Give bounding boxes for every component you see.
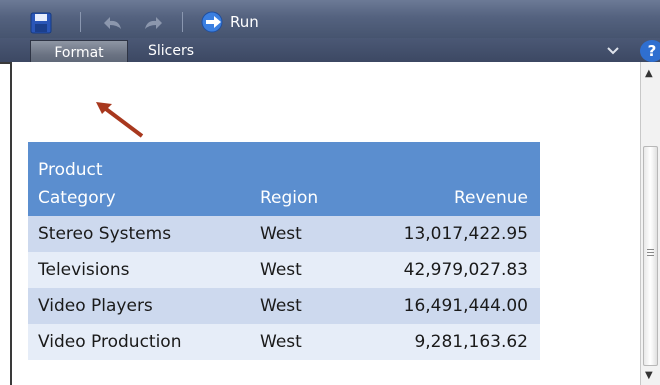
scroll-down-arrow-icon[interactable]: ▼ [645, 370, 653, 381]
revenue-table: Product Category Region Revenue Stereo S… [28, 142, 540, 360]
help-icon[interactable]: ? [640, 40, 660, 62]
table-row: Video Production West 9,281,163.62 [28, 324, 540, 360]
cell-region: West [250, 324, 350, 360]
cell-category: Stereo Systems [28, 216, 250, 252]
vertical-scrollbar[interactable]: ▲ ▼ [640, 62, 660, 385]
cell-revenue: 16,491,444.00 [350, 288, 540, 324]
grip-icon [647, 255, 654, 256]
grip-icon [647, 249, 654, 250]
toolbar: Run Format Slicers ? [0, 0, 660, 64]
cell-category: Televisions [28, 252, 250, 288]
column-header-revenue[interactable]: Revenue [350, 142, 540, 216]
ribbon-tabs: Format Slicers [0, 38, 660, 64]
tab-format[interactable]: Format [30, 40, 128, 64]
toolbar-separator [182, 12, 183, 32]
table-row: Stereo Systems West 13,017,422.95 [28, 216, 540, 252]
run-button[interactable]: Run [200, 10, 259, 34]
table-header-row: Product Category Region Revenue [28, 142, 540, 216]
cell-region: West [250, 216, 350, 252]
grip-icon [647, 252, 654, 253]
undo-button[interactable] [102, 14, 124, 32]
cell-revenue: 13,017,422.95 [350, 216, 540, 252]
save-button[interactable] [30, 12, 52, 34]
cell-category: Video Players [28, 288, 250, 324]
cell-region: West [250, 252, 350, 288]
scroll-thumb[interactable] [643, 146, 658, 366]
table-row: Video Players West 16,491,444.00 [28, 288, 540, 324]
cell-region: West [250, 288, 350, 324]
save-icon [30, 12, 52, 34]
cell-revenue: 9,281,163.62 [350, 324, 540, 360]
run-icon [201, 11, 223, 33]
toolbar-row: Run [0, 0, 660, 38]
table-row: Televisions West 42,979,027.83 [28, 252, 540, 288]
column-header-product-category[interactable]: Product Category [28, 142, 250, 216]
cell-revenue: 42,979,027.83 [350, 252, 540, 288]
chevron-down-icon[interactable] [606, 44, 620, 58]
toolbar-separator [80, 12, 81, 32]
undo-icon [104, 17, 121, 29]
tab-slicers[interactable]: Slicers [142, 41, 200, 61]
cell-category: Video Production [28, 324, 250, 360]
annotation-arrow [96, 102, 144, 138]
header-line: Product [38, 160, 103, 180]
redo-icon [145, 17, 162, 29]
column-header-region[interactable]: Region [250, 142, 350, 216]
run-label: Run [230, 13, 259, 31]
scroll-up-arrow-icon[interactable]: ▲ [645, 68, 653, 79]
redo-button[interactable] [142, 14, 164, 32]
header-line: Category [38, 188, 116, 208]
